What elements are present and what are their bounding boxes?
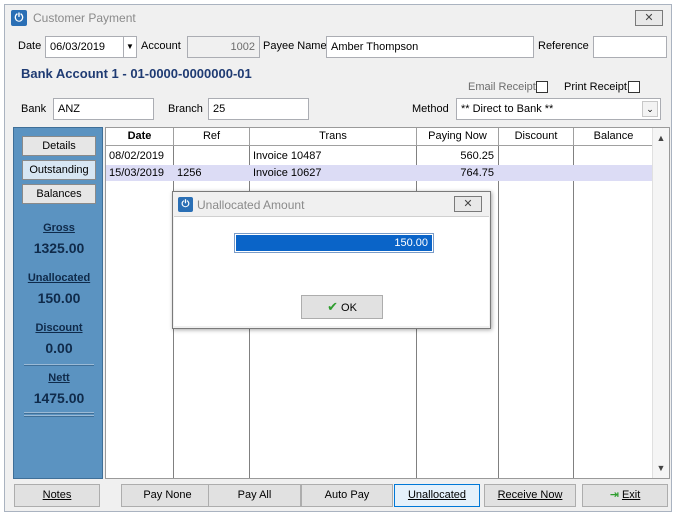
email-receipt-label: Email Receipt [468,81,536,93]
method-label: Method [412,103,449,115]
cell-balance [574,148,652,164]
pay-all-button[interactable]: Pay All [208,484,301,507]
print-receipt-checkbox[interactable] [628,81,640,93]
unallocated-value: 150.00 [37,290,81,306]
unallocated-label: Unallocated [27,272,91,284]
unallocated-amount-dialog: ⏻ Unallocated Amount ✕ 150.00 ✔ OK [172,191,491,329]
cell-discount[interactable] [499,148,573,164]
scroll-up-icon[interactable]: ▲ [653,130,669,146]
account-label: Account [141,40,181,52]
exit-door-icon: ⇥ [609,489,619,501]
cell-date: 08/02/2019 [109,150,165,162]
column-header-trans[interactable]: Trans [250,128,417,146]
balances-button[interactable]: Balances [22,184,96,204]
column-header-ref[interactable]: Ref [174,128,250,146]
notes-button[interactable]: Notes [14,484,100,507]
scroll-down-icon[interactable]: ▼ [653,460,669,476]
pay-none-button[interactable]: Pay None [121,484,214,507]
gross-value: 1325.00 [33,240,85,256]
column-divider [498,146,499,478]
email-receipt-checkbox[interactable] [536,81,548,93]
receive-now-button[interactable]: Receive Now [484,484,576,507]
divider [24,412,94,414]
window-title: Customer Payment [33,11,136,25]
reference-field[interactable] [593,36,667,58]
unallocated-amount-input[interactable]: 150.00 [234,233,434,253]
cell-balance [574,165,652,181]
cell-paying-now[interactable]: 764.75 [417,165,497,181]
divider [24,364,94,366]
chevron-down-icon[interactable]: ⌄ [642,101,658,117]
vertical-scrollbar[interactable]: ▲ ▼ [652,128,669,478]
column-header-balance[interactable]: Balance [574,128,654,146]
app-power-icon: ⏻ [178,197,193,212]
column-header-date[interactable]: Date [106,128,174,146]
branch-field[interactable]: 25 [208,98,309,120]
table-row[interactable]: 08/02/2019 Invoice 10487 560.25 [106,148,654,164]
cell-paying-now[interactable]: 560.25 [417,148,497,164]
cell-date: 15/03/2019 [109,167,165,179]
bank-field[interactable]: ANZ [53,98,154,120]
notes-label: Notes [42,489,72,501]
ok-button[interactable]: ✔ OK [301,295,383,319]
unallocated-amount-value: 150.00 [236,235,432,251]
close-icon[interactable]: ✕ [454,196,482,212]
gross-label: Gross [43,222,75,234]
date-field[interactable]: 06/03/2019 [45,36,125,58]
check-icon: ✔ [327,299,338,314]
cell-trans: Invoice 10487 [253,150,322,162]
table-row[interactable]: 15/03/2019 1256 Invoice 10627 764.75 [106,165,654,181]
account-field[interactable]: 1002 [187,36,260,58]
summary-sidebar: Details Outstanding Balances Gross 1325.… [13,127,103,479]
unallocated-button[interactable]: Unallocated [394,484,480,507]
cell-ref: 1256 [177,167,202,179]
details-button[interactable]: Details [22,136,96,156]
cell-trans: Invoice 10627 [253,167,322,179]
method-value: ** Direct to Bank ** [461,103,554,115]
auto-pay-button[interactable]: Auto Pay [301,484,393,507]
unallocated-label: Unallocated [407,489,467,501]
method-select[interactable]: ** Direct to Bank ** ⌄ [456,98,661,120]
cell-ref [174,148,250,164]
nett-label: Nett [48,372,70,384]
column-header-discount[interactable]: Discount [499,128,574,146]
exit-button[interactable]: ⇥ Exit [582,484,668,507]
dialog-title: Unallocated Amount [197,198,305,212]
reference-label: Reference [538,40,589,52]
cell-discount[interactable] [499,165,573,181]
payee-name-label: Payee Name [263,40,327,52]
close-icon[interactable]: ✕ [635,10,663,26]
discount-label: Discount [35,322,83,334]
exit-label: Exit [621,489,641,501]
bank-account-heading: Bank Account 1 - 01-0000-0000000-01 [21,66,252,81]
payee-name-field[interactable]: Amber Thompson [326,36,534,58]
discount-value: 0.00 [45,340,73,356]
ok-label: OK [341,302,357,314]
nett-value: 1475.00 [33,390,85,406]
date-label: Date [18,40,42,52]
dialog-body: 150.00 ✔ OK [174,216,489,326]
title-bar: ⏻ Customer Payment ✕ [5,5,671,29]
branch-label: Branch [168,103,203,115]
receive-now-label: Receive Now [497,489,563,501]
dropdown-arrow-icon[interactable]: ▼ [123,36,137,58]
divider [24,415,94,417]
outstanding-button[interactable]: Outstanding [22,160,96,180]
bank-label: Bank [21,103,47,115]
column-header-paying-now[interactable]: Paying Now [417,128,499,146]
print-receipt-label: Print Receipt [564,81,627,93]
app-power-icon: ⏻ [11,10,27,26]
column-divider [573,146,574,478]
